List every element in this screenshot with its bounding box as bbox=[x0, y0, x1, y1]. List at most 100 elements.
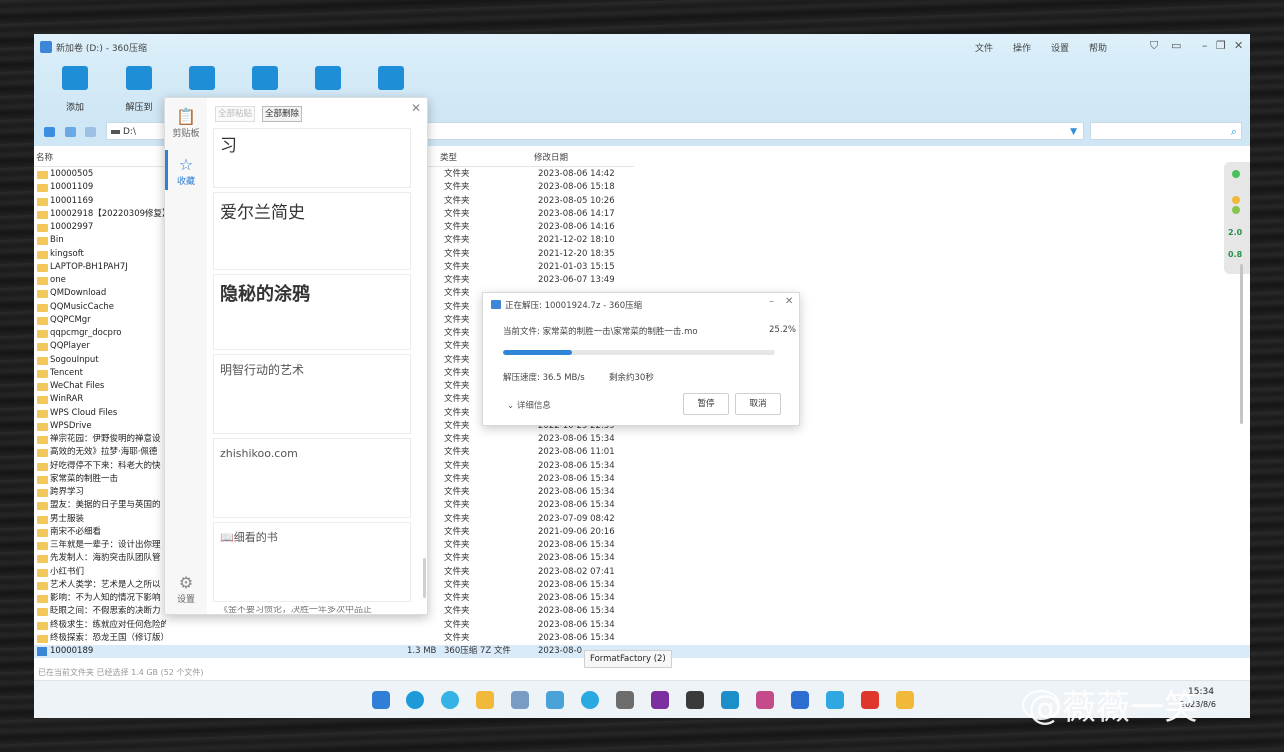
folder-icon bbox=[37, 409, 48, 418]
details-toggle[interactable]: ⌄ 详细信息 bbox=[507, 399, 551, 411]
file-name: 10002997 bbox=[50, 222, 94, 232]
dialog-close-icon[interactable]: ✕ bbox=[785, 296, 793, 307]
cloud-icon[interactable] bbox=[826, 691, 844, 709]
menu-file[interactable]: 文件 bbox=[975, 41, 993, 54]
folder-icon bbox=[37, 475, 48, 484]
rail-clipboard[interactable]: 📋 剪贴板 bbox=[165, 108, 207, 140]
skin-icon[interactable]: ⛉ bbox=[1150, 39, 1158, 53]
path-text: D:\ bbox=[123, 127, 136, 137]
file-name: one bbox=[50, 275, 66, 285]
archive-app-icon[interactable] bbox=[896, 691, 914, 709]
cancel-button[interactable]: 取消 bbox=[735, 393, 781, 415]
file-name: 10001109 bbox=[50, 182, 94, 193]
file-type: 文件夹 bbox=[444, 354, 470, 365]
column-modified[interactable]: 修改日期 bbox=[534, 151, 568, 163]
security-icon[interactable] bbox=[791, 691, 809, 709]
file-name: 终极求生：练就应对任何危险的能力 bbox=[50, 619, 166, 630]
rail-favorites-label: 收藏 bbox=[176, 177, 195, 187]
media-icon[interactable] bbox=[686, 691, 704, 709]
file-name: 禅宗花园：伊野俊明的禅意设 bbox=[50, 434, 161, 444]
file-date: 2021-09-06 20:16 bbox=[538, 526, 615, 537]
qq-browser-icon[interactable] bbox=[581, 691, 599, 709]
file-type: 文件夹 bbox=[444, 394, 470, 405]
extract-to-button[interactable]: 解压到 bbox=[114, 66, 164, 113]
start-icon[interactable] bbox=[372, 691, 390, 709]
extract-title: 正在解压: 10001924.7z - 360压缩 bbox=[505, 301, 643, 311]
column-type[interactable]: 类型 bbox=[440, 151, 457, 163]
up-arrow-icon[interactable] bbox=[44, 127, 55, 137]
column-name[interactable]: 名称 bbox=[36, 151, 53, 163]
file-date: 2023-08-06 15:34 bbox=[538, 593, 615, 603]
view-icon[interactable] bbox=[65, 127, 76, 137]
snipping-icon[interactable] bbox=[546, 691, 564, 709]
search-icon[interactable]: ⌕ bbox=[1231, 125, 1237, 139]
rail-favorites[interactable]: ☆ 收藏 bbox=[165, 156, 207, 188]
maximize-icon[interactable]: ❐ bbox=[1216, 39, 1226, 52]
dialog-minimize-icon[interactable]: – bbox=[769, 296, 774, 307]
clipboard-close-icon[interactable]: ✕ bbox=[411, 101, 421, 115]
video-editor-icon[interactable] bbox=[756, 691, 774, 709]
folder-icon bbox=[37, 449, 48, 458]
file-name: 眨眼之间：不假思索的决断力 bbox=[50, 606, 161, 617]
folder-icon bbox=[37, 330, 48, 338]
test-button[interactable] bbox=[177, 66, 227, 90]
file-name: Bin bbox=[50, 235, 64, 246]
image-button[interactable] bbox=[303, 66, 353, 90]
folder-icon bbox=[37, 634, 48, 643]
folder-icon bbox=[37, 422, 48, 431]
clip-card[interactable]: 习 bbox=[213, 128, 411, 188]
menu-help[interactable]: 帮助 bbox=[1089, 41, 1107, 54]
clip-card[interactable]: 📖细看的书 bbox=[213, 522, 411, 602]
paint-icon[interactable] bbox=[721, 691, 739, 709]
menu-operate[interactable]: 操作 bbox=[1013, 41, 1031, 54]
file-row[interactable]: 终极探索：恐龙王国（修订版） 文件夹 2023-08-06 15:34 bbox=[34, 632, 1250, 645]
clip-card[interactable]: 明智行动的艺术 bbox=[213, 354, 411, 434]
file-type: 360压缩 7Z 文件 bbox=[444, 646, 511, 656]
photos-icon[interactable] bbox=[511, 691, 529, 709]
close-icon[interactable]: ✕ bbox=[1234, 39, 1243, 52]
wps-icon[interactable] bbox=[861, 691, 879, 709]
file-date: 2023-08-02 07:41 bbox=[538, 566, 615, 577]
menu-settings[interactable]: 设置 bbox=[1051, 41, 1069, 54]
settings-app-icon[interactable] bbox=[616, 691, 634, 709]
paste-all-button[interactable]: 全部粘贴 bbox=[215, 106, 256, 122]
extract-label: 解压到 bbox=[125, 103, 153, 113]
layout-icon[interactable]: ▭ bbox=[1171, 39, 1181, 52]
clear-all-button[interactable]: 全部删除 bbox=[262, 106, 303, 122]
delete-button[interactable] bbox=[240, 66, 290, 90]
clip-card[interactable]: 爱尔兰简史 bbox=[213, 192, 411, 270]
onenote-icon[interactable] bbox=[651, 691, 669, 709]
clip-card[interactable]: zhishikoo.com bbox=[213, 438, 411, 518]
file-type: 文件夹 bbox=[444, 381, 470, 391]
file-name: qqpcmgr_docpro bbox=[50, 328, 122, 338]
search-input[interactable]: ⌕ bbox=[1090, 122, 1242, 140]
file-name: QQPCMgr bbox=[50, 314, 91, 325]
shield-icon bbox=[378, 66, 404, 90]
list-view-icon[interactable] bbox=[85, 127, 96, 137]
file-name: QMDownload bbox=[50, 288, 107, 299]
folder-icon bbox=[37, 462, 48, 471]
file-row[interactable]: 终极求生：练就应对任何危险的能力 文件夹 2023-08-06 15:34 bbox=[34, 619, 1250, 632]
folder-icon bbox=[37, 303, 48, 312]
browser-icon[interactable] bbox=[441, 691, 459, 709]
file-explorer-icon[interactable] bbox=[476, 691, 494, 709]
file-type: 文件夹 bbox=[444, 606, 470, 617]
system-monitor-widget[interactable]: 2.0 0.8 bbox=[1224, 162, 1250, 274]
add-button[interactable]: 添加 bbox=[50, 66, 100, 113]
vertical-scrollbar[interactable] bbox=[1240, 264, 1243, 424]
clip-card[interactable]: 隐秘的涂鸦 bbox=[213, 274, 411, 350]
file-name: WPS Cloud Files bbox=[50, 407, 118, 418]
rail-settings[interactable]: ⚙ 设置 bbox=[165, 574, 207, 606]
folder-icon bbox=[37, 250, 48, 259]
edge-icon[interactable] bbox=[406, 691, 424, 709]
file-type: 文件夹 bbox=[444, 619, 470, 630]
file-name: 好吃得停不下来：科老大的快 bbox=[50, 460, 161, 471]
status-dot-yellow bbox=[1232, 196, 1240, 204]
pause-button[interactable]: 暂停 bbox=[683, 393, 729, 415]
clip-card[interactable]: 《金不要习惯论，决胜一年多次中品正 bbox=[213, 606, 411, 614]
minimize-icon[interactable]: – bbox=[1202, 39, 1208, 52]
file-date: 2021-12-02 18:10 bbox=[538, 235, 615, 246]
clipboard-scrollbar[interactable] bbox=[423, 558, 426, 598]
chevron-down-icon[interactable]: ▼ bbox=[1070, 123, 1077, 141]
scan-button[interactable] bbox=[366, 66, 416, 90]
